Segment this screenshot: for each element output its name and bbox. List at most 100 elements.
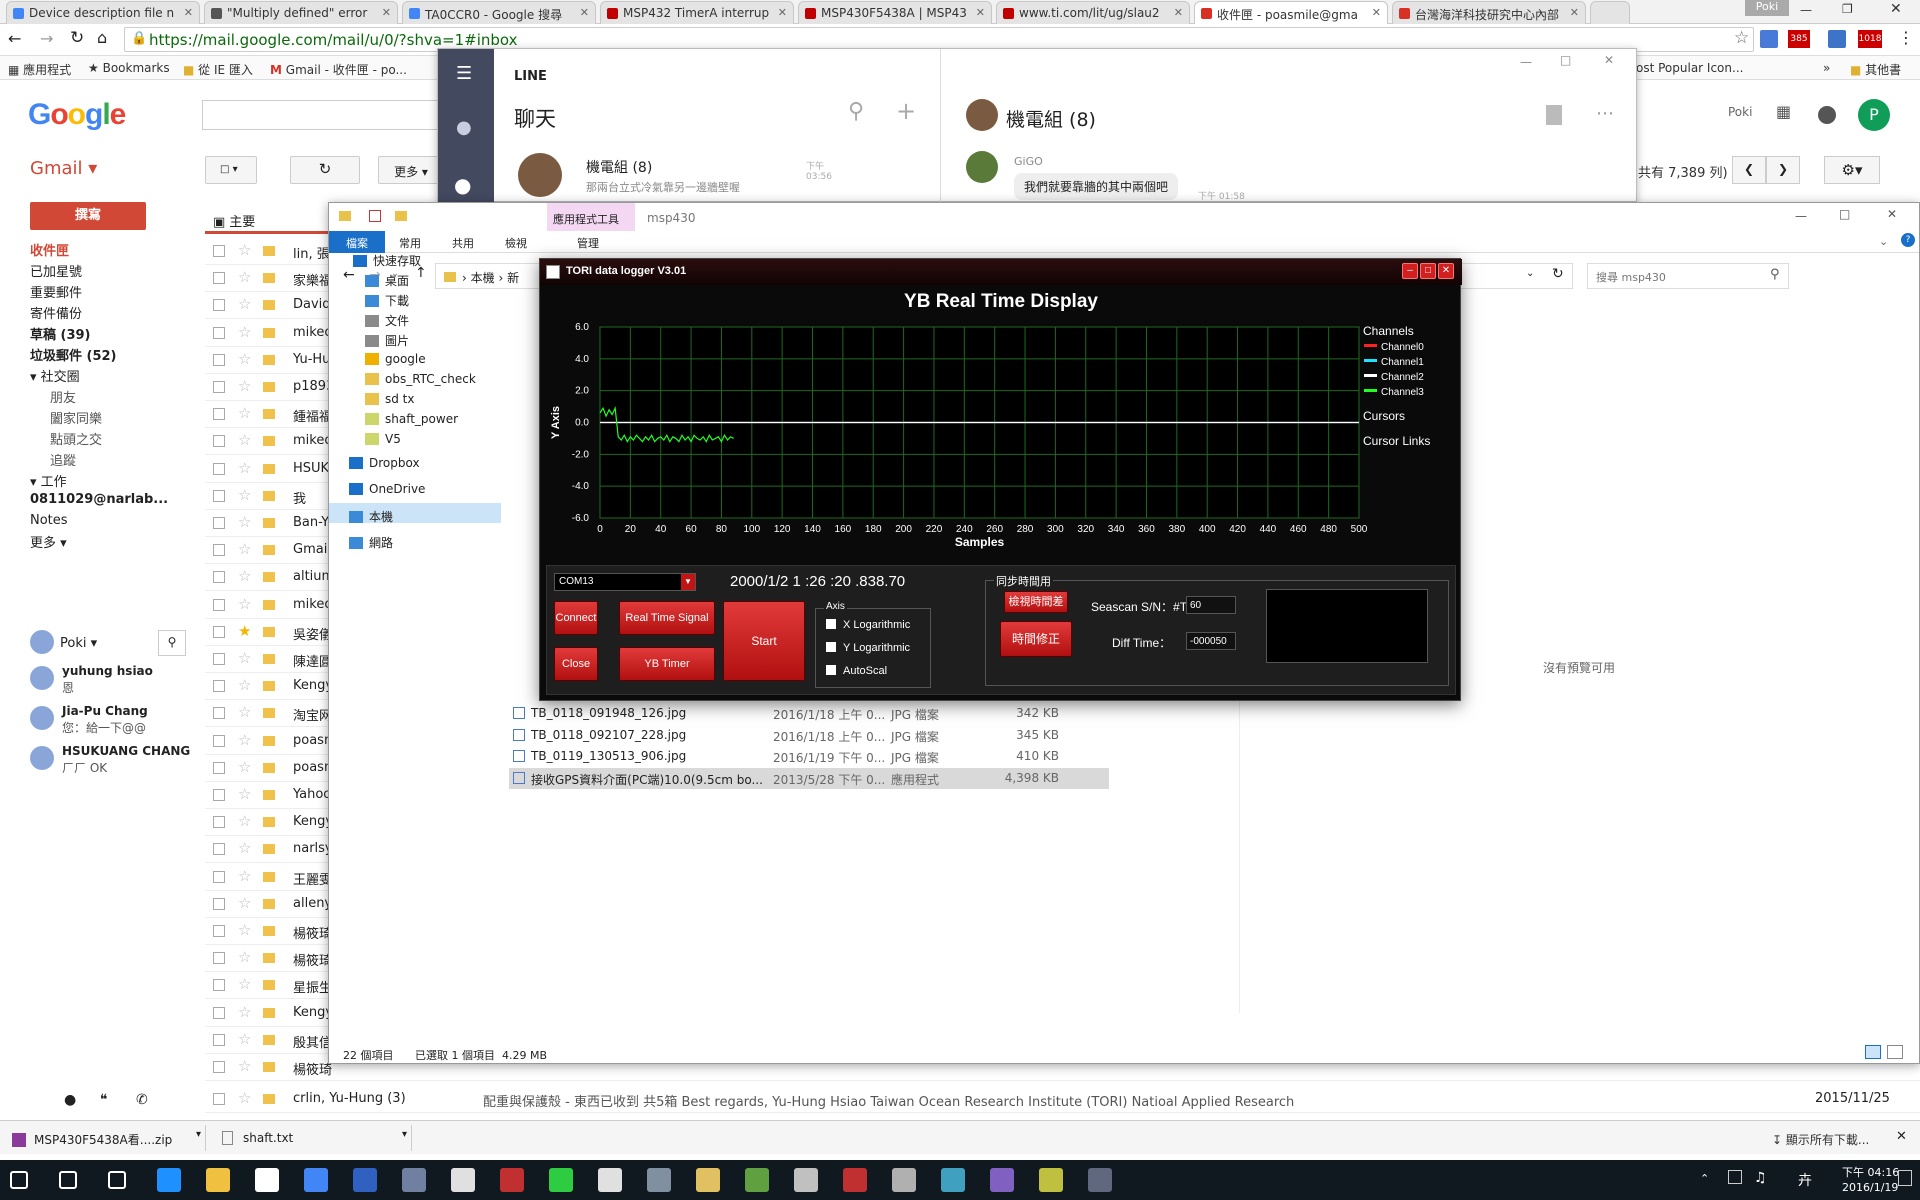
label-item[interactable]: 闔家同樂 [50, 408, 102, 427]
star-icon[interactable]: ☆ [238, 948, 251, 966]
row-checkbox[interactable] [213, 843, 225, 856]
browser-tab[interactable]: 收件匣 - poasmile@gma ✕ [1194, 1, 1388, 24]
label-item[interactable]: 已加星號 [30, 261, 82, 280]
tab-close-icon[interactable]: ✕ [382, 6, 391, 19]
row-checkbox[interactable] [213, 245, 225, 257]
extension-badge[interactable]: 385 [1788, 30, 1810, 48]
minimize-icon[interactable]: — [1520, 55, 1532, 69]
nav-item[interactable]: 下載 [365, 292, 409, 309]
row-checkbox[interactable] [213, 925, 225, 937]
properties-icon[interactable] [369, 210, 381, 222]
notes-icon[interactable] [1546, 105, 1562, 125]
label-item[interactable]: 重要郵件 [30, 282, 82, 301]
diff-time-input[interactable]: -000050 [1186, 632, 1236, 650]
close-icon[interactable]: ✕ [1890, 1, 1902, 17]
row-checkbox[interactable] [213, 680, 225, 693]
star-icon[interactable]: ☆ [238, 1030, 251, 1048]
star-icon[interactable]: ☆ [238, 567, 251, 585]
importance-icon[interactable] [263, 708, 275, 719]
show-all-downloads[interactable]: ↧ 顯示所有下載... [1772, 1131, 1869, 1148]
star-icon[interactable]: ☆ [238, 431, 251, 449]
more-icon[interactable]: ⋯ [1596, 103, 1614, 124]
maximize-icon[interactable]: □ [1560, 53, 1571, 67]
tab-close-icon[interactable]: ✕ [580, 6, 589, 19]
label-item[interactable]: 收件匣 [30, 240, 69, 259]
file-row[interactable]: 接收GPS資料介面(PC端)10.0(9.5cm bo... 2013/5/28 … [509, 767, 1109, 789]
browser-tab[interactable]: TA0CCR0 - Google 搜尋 ✕ [402, 1, 596, 24]
bookmark-item[interactable]: ost Popular Icon... [1636, 61, 1743, 75]
row-checkbox[interactable] [213, 952, 225, 965]
importance-icon[interactable] [263, 1007, 275, 1018]
hangouts-icon[interactable]: ❝ [100, 1092, 108, 1108]
label-item[interactable]: Notes [30, 513, 68, 528]
label-item[interactable]: 朋友 [50, 387, 76, 406]
row-checkbox[interactable] [213, 353, 225, 366]
com-port-select[interactable]: COM13 ▼ [554, 573, 696, 591]
star-icon[interactable]: ☆ [238, 758, 251, 776]
importance-icon[interactable] [263, 926, 275, 936]
nav-item[interactable]: OneDrive [349, 482, 425, 496]
search-input[interactable]: 搜尋 msp430 ⚲ [1587, 263, 1789, 289]
gmail-menu[interactable]: Gmail ▾ [30, 158, 97, 179]
importance-icon[interactable] [263, 572, 275, 583]
new-tab-button[interactable] [1590, 1, 1630, 24]
contact-name[interactable]: HSUKUANG CHANG [62, 744, 190, 758]
star-icon[interactable]: ☆ [238, 921, 251, 939]
browser-tab[interactable]: "Multiply defined" error ✕ [204, 1, 398, 24]
star-icon[interactable]: ☆ [238, 731, 251, 749]
star-icon[interactable]: ☆ [238, 975, 251, 993]
close-icon[interactable]: ✕ [1887, 207, 1897, 221]
star-icon[interactable]: ☆ [238, 295, 251, 313]
chrome-icon[interactable] [304, 1168, 328, 1192]
clock-time[interactable]: 下午 04:16 [1842, 1164, 1899, 1180]
network-icon[interactable] [1728, 1170, 1742, 1184]
row-checkbox[interactable] [213, 870, 225, 883]
row-checkbox[interactable] [213, 734, 225, 747]
nav-item[interactable]: Dropbox [349, 456, 420, 470]
add-icon[interactable]: + [896, 97, 916, 125]
browser-tab[interactable]: Device description file n ✕ [6, 1, 200, 24]
thumbnails-view-icon[interactable] [1887, 1045, 1903, 1059]
importance-icon[interactable] [263, 300, 275, 311]
row-checkbox[interactable] [213, 1033, 225, 1046]
settings-icon[interactable] [598, 1168, 622, 1192]
tab-view[interactable]: 檢視 [505, 235, 527, 251]
contact-name[interactable]: Jia-Pu Chang [62, 704, 148, 718]
browser-tab[interactable]: 台灣海洋科技研究中心內部 ✕ [1392, 1, 1586, 24]
app-icon[interactable] [402, 1168, 426, 1192]
chat-user[interactable]: Poki ▾ [30, 630, 97, 654]
star-icon[interactable]: ☆ [238, 1057, 251, 1075]
nav-item[interactable]: 本機 [349, 508, 393, 525]
app-icon[interactable] [941, 1168, 965, 1192]
bookmark-item[interactable]: M Gmail - 收件匣 - po... [270, 61, 407, 78]
browser-tab[interactable]: MSP432 TimerA interrup ✕ [600, 1, 794, 24]
apps-grid-icon[interactable]: ▦ [1776, 102, 1791, 121]
menu-icon[interactable]: ☰ [456, 63, 472, 84]
star-icon[interactable]: ☆ [238, 404, 251, 422]
start-button[interactable]: Start [723, 601, 805, 681]
nav-item[interactable]: obs_RTC_check [365, 372, 476, 386]
star-icon[interactable]: ☆ [238, 1089, 251, 1107]
close-button[interactable]: Close [554, 647, 598, 681]
maximize-icon[interactable]: ❐ [1842, 2, 1853, 16]
star-icon[interactable]: ☆ [238, 785, 251, 803]
row-checkbox[interactable] [213, 761, 225, 774]
app-icon[interactable] [353, 1168, 377, 1192]
importance-icon[interactable] [263, 1062, 275, 1072]
row-checkbox[interactable] [213, 326, 225, 339]
label-item[interactable]: 0811029@narlab... [30, 492, 168, 507]
time-correct-button[interactable]: 時間修正 [1000, 621, 1072, 657]
seascan-input[interactable]: 60 [1186, 596, 1236, 614]
x-log-checkbox[interactable]: X Logarithmic [826, 619, 910, 631]
calculator-icon[interactable] [451, 1168, 475, 1192]
importance-icon[interactable] [263, 871, 275, 882]
file-row[interactable]: TB_0119_130513_906.jpg 2016/1/19 下午 0... J… [509, 746, 1109, 767]
importance-icon[interactable] [263, 953, 275, 964]
more-button[interactable]: 更多 ▾ [378, 156, 444, 184]
star-icon[interactable]: ☆ [238, 377, 251, 395]
star-icon[interactable]: ☆ [238, 486, 251, 504]
yb-timer-button[interactable]: YB Timer [619, 647, 715, 681]
app-icon[interactable] [794, 1168, 818, 1192]
star-icon[interactable]: ☆ [238, 839, 251, 857]
row-checkbox[interactable] [213, 462, 225, 475]
